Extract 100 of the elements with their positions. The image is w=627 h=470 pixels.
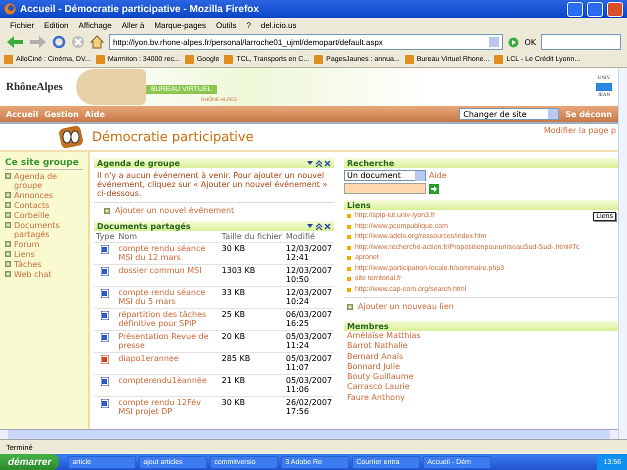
web-part-menu-icons[interactable] [307, 160, 331, 166]
brand-logo: RhôneAlpes [6, 81, 64, 93]
address-field[interactable]: http://lyon.bv.rhone-alpes.fr/personal/larroche01_ujml/demopart/default.aspx [109, 34, 504, 50]
bullet-icon [5, 261, 11, 267]
modified-date: 05/03/2007 [286, 376, 332, 385]
member-link[interactable]: Carrasco Laurie [344, 382, 618, 393]
stop-icon[interactable] [71, 35, 85, 49]
go-label[interactable]: OK [524, 38, 536, 46]
menu-item[interactable]: Affichage [78, 20, 112, 30]
menu-item[interactable]: Edition [44, 20, 68, 30]
bookmark-favicon-icon [184, 55, 194, 64]
sidebar-link[interactable]: Corbeille [14, 211, 50, 220]
browser-logo-icon [4, 3, 16, 15]
back-arrow-icon[interactable] [6, 35, 24, 49]
file-size-cell: 285 KB [220, 352, 284, 374]
menu-item[interactable]: ? [246, 20, 251, 30]
window-title: Accueil - Démocratie participative - Mozilla Firefox [20, 4, 260, 14]
modified-time: 10:50 [286, 275, 310, 284]
start-button[interactable]: démarrer [0, 454, 60, 470]
go-arrow-icon[interactable] [429, 184, 439, 194]
nav-link[interactable]: Aide [84, 110, 105, 118]
menu-item[interactable]: Outils [216, 20, 236, 30]
web-part-title: Recherche [347, 158, 394, 168]
sidebar-link[interactable]: Tâches [14, 260, 42, 269]
column-header[interactable]: Nom [116, 231, 220, 242]
add-link-link[interactable]: Ajouter un nouveau lien [358, 302, 454, 311]
column-header[interactable]: Taille du fichier [220, 231, 284, 242]
modified-date: 12/03/2007 [286, 266, 332, 275]
bookmark-favicon-icon [96, 55, 105, 64]
member-link[interactable]: Faure Anthony [344, 392, 618, 404]
bullet-icon [347, 277, 351, 282]
bullet-icon [347, 256, 351, 260]
menu-item[interactable]: Aller à [122, 20, 144, 30]
document-link[interactable]: dossier commun MSI [116, 264, 220, 286]
web-part-title: Membres [347, 322, 389, 330]
word-document-icon [101, 377, 110, 386]
modified-date: 12/03/2007 [286, 288, 332, 297]
modified-time: 11:24 [286, 341, 310, 350]
menu-item[interactable]: Fichier [10, 20, 34, 30]
nav-link[interactable]: Accueil [6, 110, 38, 118]
sidebar-link[interactable]: Forum [14, 240, 40, 249]
people-group-icon [58, 125, 84, 149]
sidebar-link[interactable]: Agenda de groupe [14, 172, 83, 190]
logout-link[interactable]: Se déconn [565, 110, 612, 118]
minimize-button[interactable] [567, 2, 583, 16]
close-button[interactable] [607, 2, 623, 16]
page-title: Démocratie participative [92, 130, 254, 144]
document-link[interactable]: répartition des tâches définitive pour SPIP [116, 308, 220, 330]
document-link[interactable]: diapo1erannee [116, 352, 220, 374]
nav-link[interactable]: Gestion [44, 110, 79, 118]
file-size-cell: 21 KB [220, 374, 284, 396]
go-icon[interactable] [508, 36, 520, 48]
bullet-icon [347, 266, 351, 271]
column-header[interactable]: Modifié [284, 231, 334, 242]
site-dropdown[interactable]: Changer de site [459, 108, 560, 120]
reload-icon[interactable] [52, 35, 66, 49]
document-link[interactable]: Présentation Revue de presse [116, 330, 220, 352]
maximize-button[interactable] [587, 2, 603, 16]
modified-date: 12/03/2007 [286, 244, 332, 253]
menu-item[interactable]: Marque-pages [154, 20, 206, 30]
file-size-cell: 30 KB [220, 396, 284, 418]
forward-arrow-icon[interactable] [29, 35, 47, 49]
document-link[interactable]: compte rendu séance MSI du 5 mars [116, 286, 220, 308]
search-input[interactable] [344, 183, 426, 194]
member-link[interactable]: Bouty Guillaume [344, 372, 618, 382]
modified-time: 11:06 [286, 385, 310, 394]
column-header[interactable]: Type [94, 231, 116, 242]
slides-document-icon [101, 355, 110, 364]
web-part-menu-icons[interactable] [307, 222, 331, 230]
member-link[interactable]: Bernard Anaïs [344, 352, 618, 362]
document-link[interactable]: compterendu1èannée [116, 374, 220, 396]
sidebar-link[interactable]: Liens [14, 250, 35, 259]
search-field[interactable] [541, 34, 621, 50]
sidebar-link[interactable]: Documents partagés [14, 221, 83, 239]
file-size-cell: 25 KB [220, 308, 284, 330]
add-event-link[interactable]: Ajouter un nouvel événement [115, 206, 234, 215]
member-link[interactable]: Barrot Nathalie [344, 341, 618, 352]
document-link[interactable]: compte rendu séance MSI du 12 mars [116, 242, 220, 264]
web-part-title: Documents partagés [97, 222, 191, 230]
file-size-cell: 30 KB [220, 242, 284, 264]
bookmark-favicon-icon [314, 55, 324, 64]
sidebar-link[interactable]: Web chat [14, 270, 52, 279]
home-icon[interactable] [90, 35, 104, 49]
bullet-icon [5, 251, 11, 257]
sidebar-link[interactable]: Annonces [14, 191, 54, 200]
help-link[interactable]: Aide [429, 171, 447, 180]
university-logo [596, 83, 612, 91]
menu-item[interactable]: del.icio.us [260, 20, 296, 30]
bookmark-favicon-icon [404, 55, 414, 64]
bookmark-favicon-icon [4, 55, 13, 64]
search-scope-dropdown[interactable]: Un document [344, 170, 426, 181]
sidebar-link[interactable]: Contacts [14, 201, 50, 210]
edit-page-link[interactable]: Modifier la page p [544, 126, 616, 135]
modified-time: 16:25 [286, 319, 310, 328]
word-document-icon [101, 311, 110, 320]
modified-time: 17:56 [286, 407, 310, 416]
member-link[interactable]: Amélaïse Matthias [344, 331, 618, 342]
member-link[interactable]: Bonnard Julie [344, 362, 618, 372]
document-link[interactable]: compte rendu 12Fév MSI projet DP [116, 396, 220, 418]
modified-time: 12:41 [286, 253, 310, 262]
